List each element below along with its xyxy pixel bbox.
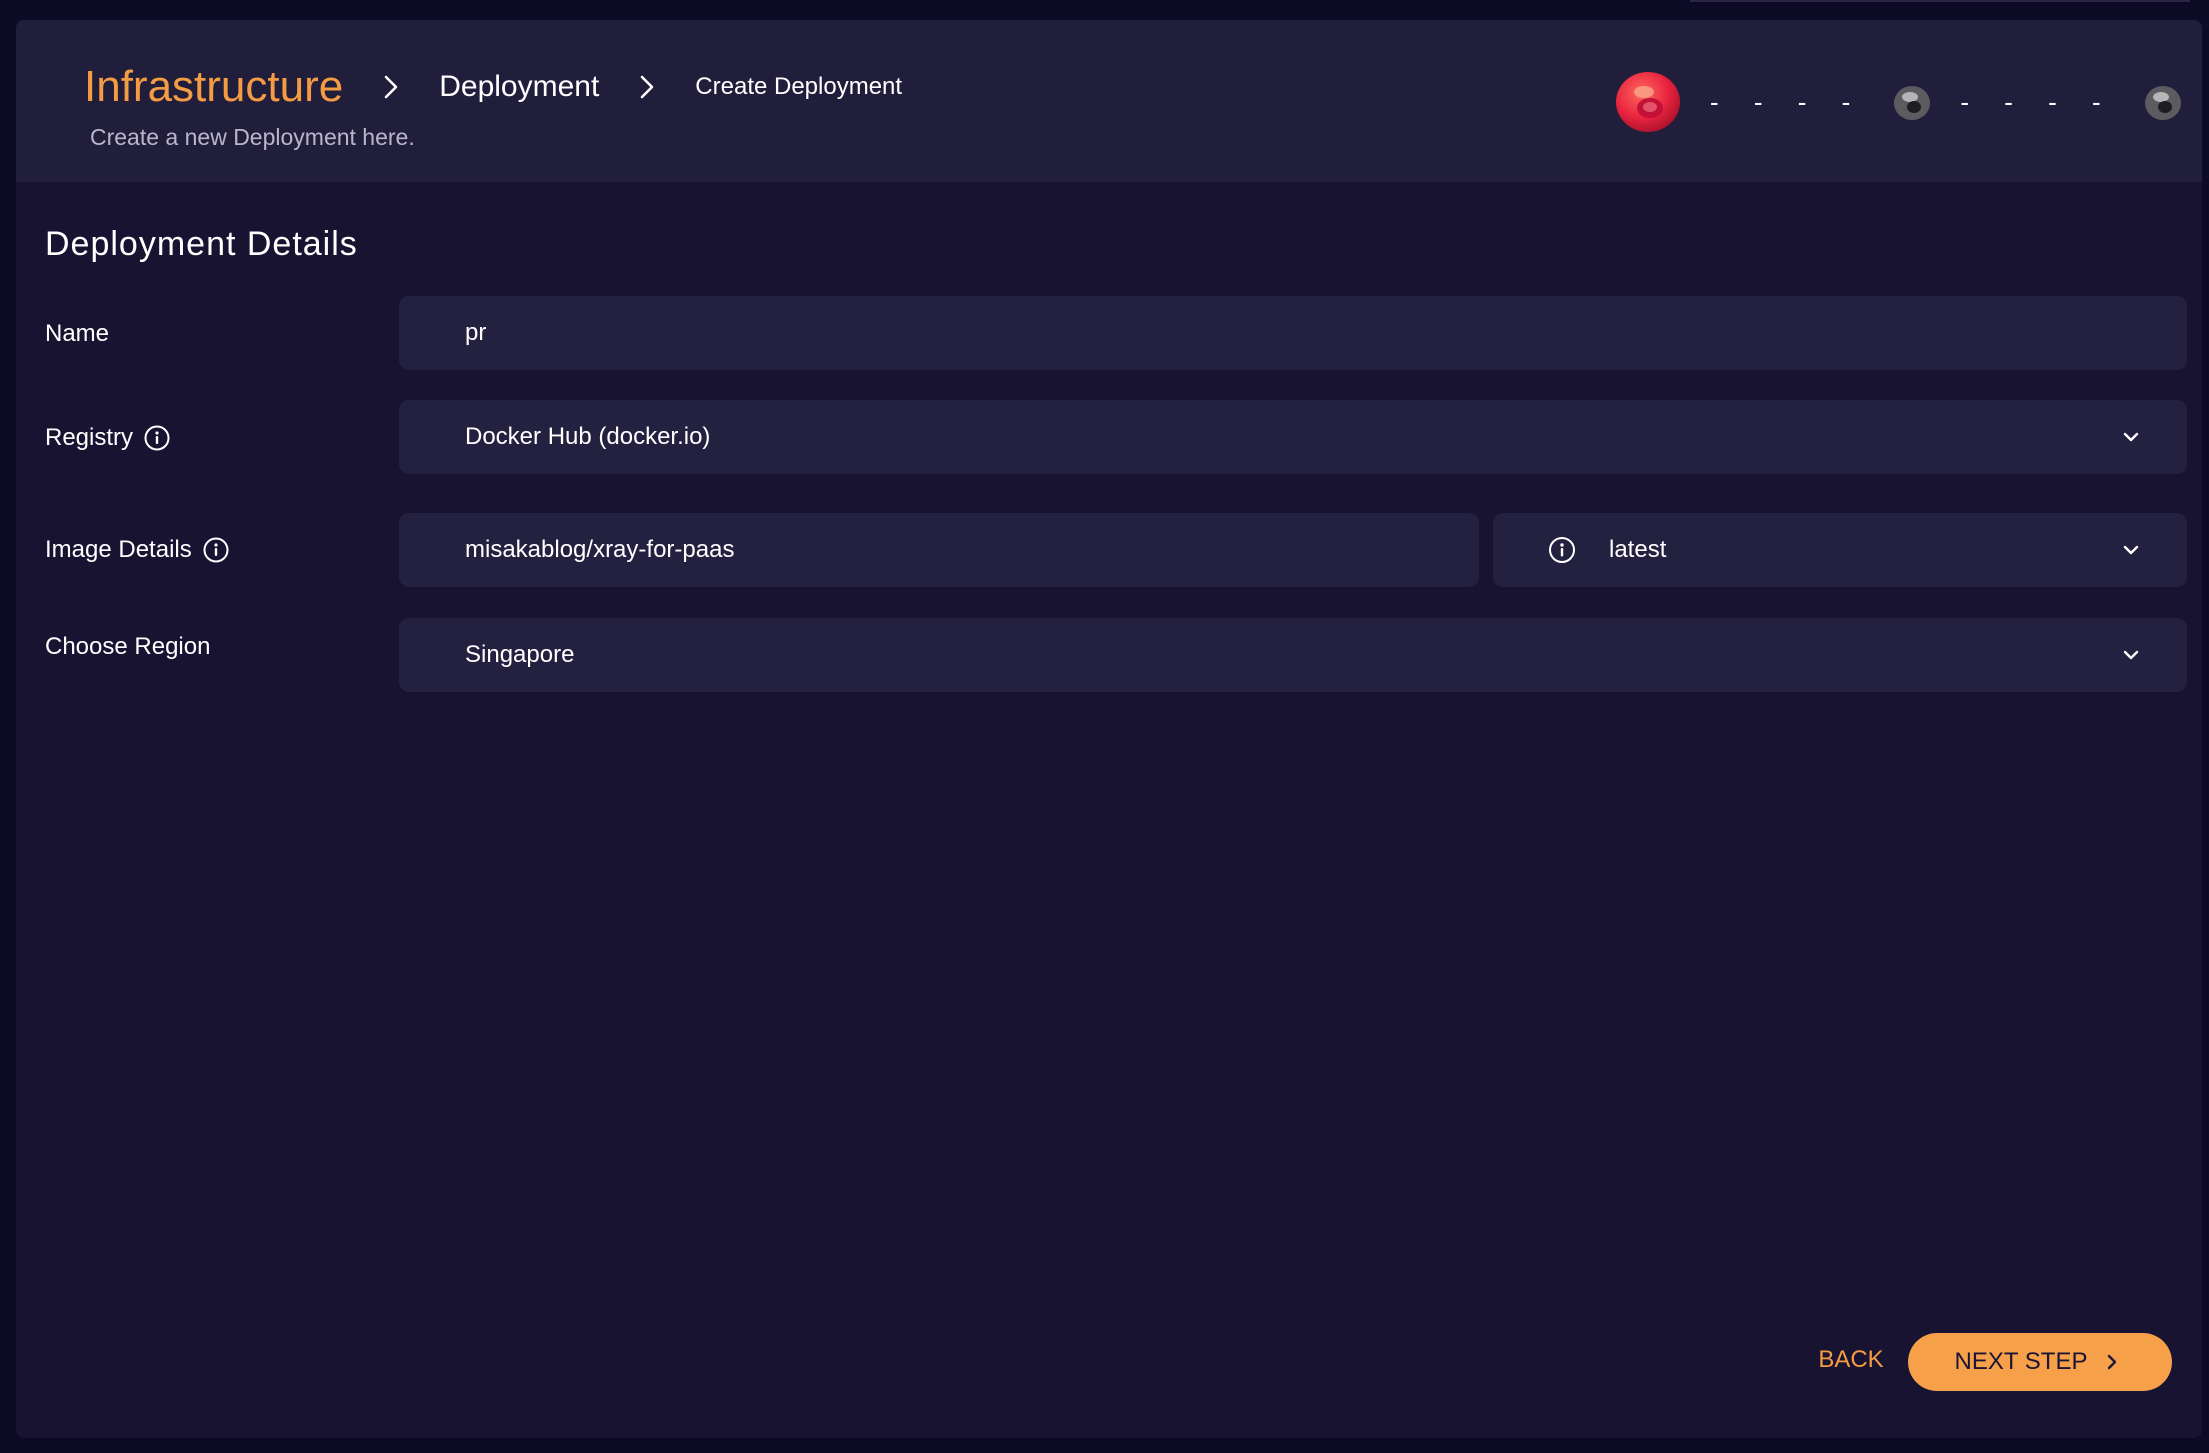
name-input[interactable]: pr [399,296,2187,370]
region-label-text: Choose Region [45,633,211,660]
image-name-value: misakablog/xray-for-paas [465,536,735,563]
name-label: Name [45,314,109,354]
next-step-button-label: NEXT STEP [1954,1348,2088,1375]
top-divider [1690,0,2190,2]
registry-select-value: Docker Hub (docker.io) [465,423,711,450]
main-panel: Infrastructure Deployment Create Deploym… [16,20,2202,1438]
step-connector: - - - - [1960,86,2115,117]
image-details-label: Image Details [45,530,230,570]
name-input-value: pr [465,319,487,346]
registry-label-text: Registry [45,424,134,451]
info-icon[interactable] [143,424,171,452]
image-name-input[interactable]: misakablog/xray-for-paas [399,513,1479,587]
page-header: Infrastructure Deployment Create Deploym… [16,20,2202,182]
breadcrumb-create-deployment: Create Deployment [695,73,903,100]
region-select[interactable]: Singapore [399,618,2187,692]
registry-select[interactable]: Docker Hub (docker.io) [399,400,2187,474]
breadcrumb-deployment[interactable]: Deployment [439,70,599,104]
image-tag-value: latest [1609,536,1667,563]
chevron-right-icon [2099,1349,2125,1375]
step-3-ball-icon [2143,82,2183,122]
chevron-down-icon [2117,423,2145,451]
section-title: Deployment Details [45,225,358,263]
chevron-right-icon [627,67,667,107]
image-details-label-text: Image Details [45,536,192,563]
breadcrumb: Infrastructure Deployment Create Deploym… [84,58,902,116]
region-select-value: Singapore [465,641,575,668]
next-step-button[interactable]: NEXT STEP [1908,1333,2172,1391]
back-button[interactable]: BACK [1806,1338,1896,1382]
chevron-down-icon [2117,536,2145,564]
registry-label: Registry [45,418,171,458]
info-icon[interactable] [1547,535,1577,565]
step-2-ball-icon [1892,82,1932,122]
name-label-text: Name [45,320,110,347]
step-indicator: - - - - - - - - [1614,66,2183,138]
back-button-label: BACK [1818,1346,1884,1373]
info-icon[interactable] [202,536,230,564]
chevron-right-icon [371,67,411,107]
page-subtitle: Create a new Deployment here. [90,124,415,150]
step-1-active-ball-icon [1614,68,1682,136]
region-label: Choose Region [45,627,210,667]
breadcrumb-infrastructure[interactable]: Infrastructure [84,62,343,112]
image-tag-select[interactable]: latest [1493,513,2187,587]
step-connector: - - - - [1710,86,1865,117]
chevron-down-icon [2117,641,2145,669]
